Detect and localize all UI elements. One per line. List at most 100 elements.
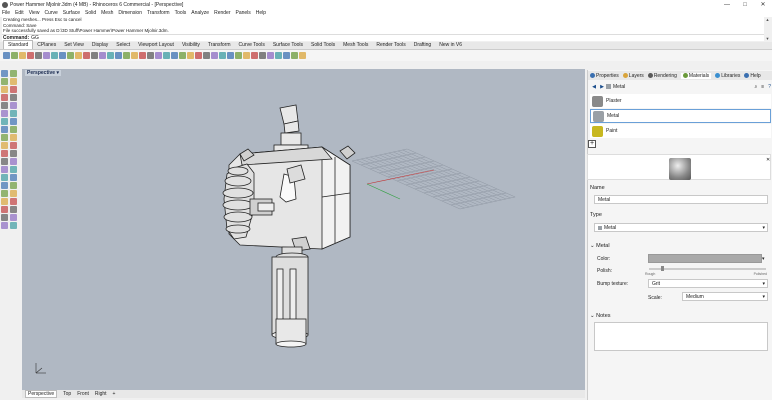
modeling-tool-icon[interactable] <box>1 174 8 181</box>
toolbar-tool-icon[interactable] <box>251 52 258 59</box>
tab-solid-tools[interactable]: Solid Tools <box>307 41 339 49</box>
toolbar-tool-icon[interactable] <box>51 52 58 59</box>
toolbar-tool-icon[interactable] <box>179 52 186 59</box>
menu-mesh[interactable]: Mesh <box>101 10 113 16</box>
tab-render-tools[interactable]: Render Tools <box>372 41 409 49</box>
toolbar-tool-icon[interactable] <box>211 52 218 59</box>
tab-visibility[interactable]: Visibility <box>178 41 204 49</box>
scale-select[interactable]: Medium ▾ <box>682 292 768 301</box>
modeling-tool-icon[interactable] <box>1 78 8 85</box>
toolbar-tool-icon[interactable] <box>195 52 202 59</box>
collapse-icon[interactable]: ⌄ <box>590 313 595 319</box>
toolbar-tool-icon[interactable] <box>243 52 250 59</box>
toolbar-tool-icon[interactable] <box>11 52 18 59</box>
notes-textarea[interactable] <box>594 322 768 351</box>
chevron-down-icon[interactable]: ▾ <box>56 70 59 76</box>
menu-curve[interactable]: Curve <box>44 10 57 16</box>
tab-select[interactable]: Select <box>112 41 134 49</box>
tab-set-view[interactable]: Set View <box>60 41 88 49</box>
modeling-tool-icon[interactable] <box>10 158 17 165</box>
modeling-tool-icon[interactable] <box>1 94 8 101</box>
modeling-tool-icon[interactable] <box>1 86 8 93</box>
toolbar-tool-icon[interactable] <box>147 52 154 59</box>
tab-layers[interactable]: Layers <box>622 73 644 79</box>
modeling-tool-icon[interactable] <box>10 118 17 125</box>
toolbar-tool-icon[interactable] <box>67 52 74 59</box>
menu-view[interactable]: View <box>29 10 40 16</box>
modeling-tool-icon[interactable] <box>1 134 8 141</box>
modeling-tool-icon[interactable] <box>10 198 17 205</box>
tab-top[interactable]: Top <box>63 391 71 397</box>
modeling-tool-icon[interactable] <box>1 206 8 213</box>
toolbar-tool-icon[interactable] <box>259 52 266 59</box>
perspective-viewport[interactable]: Perspective ▾ <box>22 69 585 390</box>
menu-icon[interactable]: ≡ <box>761 84 764 90</box>
menu-tools[interactable]: Tools <box>175 10 187 16</box>
slider-handle[interactable] <box>661 266 664 271</box>
toolbar-tool-icon[interactable] <box>35 52 42 59</box>
material-item-paint[interactable]: Paint <box>590 124 771 138</box>
bump-texture-select[interactable]: Grit ▾ <box>648 279 768 288</box>
modeling-tool-icon[interactable] <box>1 102 8 109</box>
toolbar-tool-icon[interactable] <box>283 52 290 59</box>
modeling-tool-icon[interactable] <box>1 222 8 229</box>
modeling-tool-icon[interactable] <box>1 214 8 221</box>
help-circle-icon[interactable]: ? <box>768 84 771 90</box>
modeling-tool-icon[interactable] <box>10 78 17 85</box>
material-item-metal[interactable]: Metal <box>590 109 771 123</box>
toolbar-tool-icon[interactable] <box>203 52 210 59</box>
toolbar-tool-icon[interactable] <box>275 52 282 59</box>
tab-drafting[interactable]: Drafting <box>410 41 436 49</box>
toolbar-tool-icon[interactable] <box>75 52 82 59</box>
name-field[interactable]: Metal <box>594 195 768 204</box>
toolbar-tool-icon[interactable] <box>115 52 122 59</box>
toolbar-tool-icon[interactable] <box>19 52 26 59</box>
modeling-tool-icon[interactable] <box>10 110 17 117</box>
menu-edit[interactable]: Edit <box>15 10 24 16</box>
tab-standard[interactable]: Standard <box>3 40 34 49</box>
material-item-plaster[interactable]: Plaster <box>590 94 771 108</box>
tab-materials[interactable]: Materials <box>680 72 712 79</box>
modeling-tool-icon[interactable] <box>10 206 17 213</box>
notes-section-header[interactable]: ⌄ Notes <box>590 313 611 319</box>
scroll-up-icon[interactable]: ▲ <box>766 17 770 22</box>
polish-slider[interactable] <box>649 266 766 271</box>
toolbar-tool-icon[interactable] <box>139 52 146 59</box>
toolbar-tool-icon[interactable] <box>163 52 170 59</box>
modeling-tool-icon[interactable] <box>10 190 17 197</box>
command-line[interactable]: Command: GG <box>2 34 764 41</box>
modeling-tool-icon[interactable] <box>1 70 8 77</box>
back-arrow-icon[interactable]: ◀ <box>590 84 598 90</box>
toolbar-tool-icon[interactable] <box>107 52 114 59</box>
modeling-tool-icon[interactable] <box>10 86 17 93</box>
toolbar-tool-icon[interactable] <box>91 52 98 59</box>
add-viewport-button[interactable]: + <box>113 391 116 397</box>
modeling-tool-icon[interactable] <box>10 94 17 101</box>
modeling-tool-icon[interactable] <box>10 102 17 109</box>
close-button[interactable]: ✕ <box>754 1 772 8</box>
modeling-tool-icon[interactable] <box>10 214 17 221</box>
type-select[interactable]: Metal ▾ <box>594 223 768 232</box>
modeling-tool-icon[interactable] <box>10 174 17 181</box>
forward-arrow-icon[interactable]: ▶ <box>598 84 606 90</box>
modeling-tool-icon[interactable] <box>10 134 17 141</box>
tab-surface-tools[interactable]: Surface Tools <box>269 41 307 49</box>
modeling-tool-icon[interactable] <box>10 166 17 173</box>
maximize-button[interactable]: □ <box>736 2 754 8</box>
color-swatch[interactable] <box>648 254 762 263</box>
modeling-tool-icon[interactable] <box>1 142 8 149</box>
command-scrollbar[interactable]: ▲ ▼ <box>765 17 770 41</box>
modeling-tool-icon[interactable] <box>1 126 8 133</box>
modeling-tool-icon[interactable] <box>1 110 8 117</box>
toolbar-tool-icon[interactable] <box>99 52 106 59</box>
menu-analyze[interactable]: Analyze <box>191 10 209 16</box>
toolbar-tool-icon[interactable] <box>131 52 138 59</box>
toolbar-tool-icon[interactable] <box>267 52 274 59</box>
tab-mesh-tools[interactable]: Mesh Tools <box>339 41 372 49</box>
modeling-tool-icon[interactable] <box>10 126 17 133</box>
menu-solid[interactable]: Solid <box>85 10 96 16</box>
tab-properties[interactable]: Properties <box>590 73 619 79</box>
tab-front[interactable]: Front <box>77 391 89 397</box>
modeling-tool-icon[interactable] <box>10 70 17 77</box>
modeling-tool-icon[interactable] <box>1 198 8 205</box>
